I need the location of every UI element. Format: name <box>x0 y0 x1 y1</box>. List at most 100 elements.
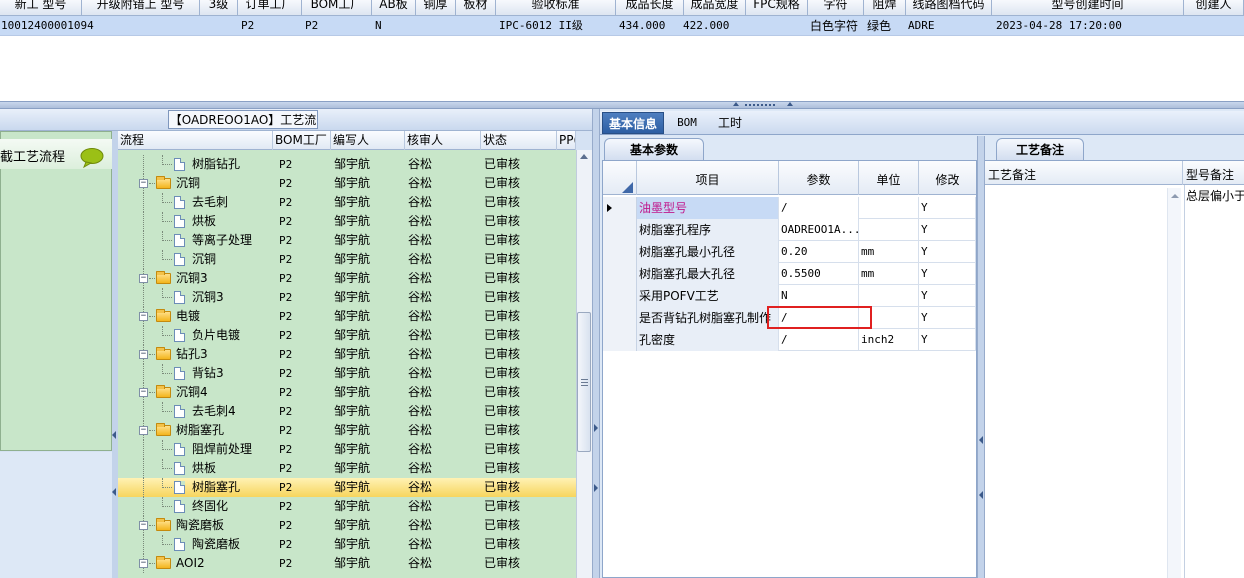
tree-row[interactable]: 沉铜 P2 邹宇航 谷松 已审核 <box>118 250 576 269</box>
tab-bom[interactable]: BOM <box>670 112 704 134</box>
col-header[interactable]: 新工 型号 <box>0 0 82 15</box>
tree-row[interactable]: 负片电镀 P2 邹宇航 谷松 已审核 <box>118 326 576 345</box>
tree-row[interactable]: − 沉铜4 P2 邹宇航 谷松 已审核 <box>118 383 576 402</box>
cell-edit[interactable]: Y <box>919 219 976 241</box>
row-indicator[interactable] <box>603 329 637 351</box>
cell-unit[interactable] <box>859 197 919 219</box>
vertical-splitter[interactable] <box>977 136 985 578</box>
row-indicator[interactable] <box>603 219 637 241</box>
param-row[interactable]: 采用POFV工艺 N Y <box>603 285 976 307</box>
tree-row[interactable]: − AOI2 P2 邹宇航 谷松 已审核 <box>118 554 576 573</box>
collapse-icon[interactable]: − <box>139 388 148 397</box>
tree-row[interactable]: 树脂塞孔 P2 邹宇航 谷松 已审核 <box>118 478 576 497</box>
col-header[interactable]: 3级 <box>200 0 238 15</box>
tree-row[interactable]: 沉铜3 P2 邹宇航 谷松 已审核 <box>118 288 576 307</box>
col-header[interactable]: 板材 <box>456 0 496 15</box>
col-header[interactable]: BOM工厂 <box>302 0 372 15</box>
col-header[interactable]: 编写人 <box>331 131 405 150</box>
col-header[interactable]: 成品长度 <box>616 0 684 15</box>
col-header[interactable]: AB板 <box>372 0 416 15</box>
col-header[interactable]: 字符 <box>808 0 864 15</box>
cell-edit[interactable]: Y <box>919 241 976 263</box>
vertical-splitter[interactable] <box>592 109 600 578</box>
collapse-icon[interactable]: − <box>139 179 148 188</box>
cell-edit[interactable]: Y <box>919 263 976 285</box>
col-header[interactable]: 项目 <box>637 161 779 195</box>
col-header[interactable]: 线路图档代码 <box>906 0 992 15</box>
col-header[interactable]: 订单工厂 <box>238 0 302 15</box>
cell-edit[interactable]: Y <box>919 197 976 219</box>
cell-value[interactable]: OADREOO1A... <box>779 219 859 241</box>
tree-row[interactable]: − 钻孔3 P2 邹宇航 谷松 已审核 <box>118 345 576 364</box>
tree-row[interactable]: 烘板 P2 邹宇航 谷松 已审核 <box>118 459 576 478</box>
vertical-scrollbar[interactable] <box>1167 188 1181 578</box>
col-header[interactable]: 单位 <box>859 161 919 195</box>
col-header[interactable]: 工艺备注 <box>985 161 1183 185</box>
col-header[interactable]: PP( <box>557 131 576 150</box>
col-header[interactable]: 状态 <box>481 131 557 150</box>
cell-unit[interactable]: mm <box>859 241 919 263</box>
col-header[interactable]: 验收标准 <box>496 0 616 15</box>
param-row[interactable]: 油墨型号 / Y <box>603 197 976 219</box>
param-row[interactable]: 孔密度 / inch2 Y <box>603 329 976 351</box>
col-header[interactable]: 成品宽度 <box>684 0 746 15</box>
table-row[interactable]: 10012400001094 P2 P2 N IPC-6012 II级 434.… <box>0 16 1244 36</box>
cell-unit[interactable]: inch2 <box>859 329 919 351</box>
cell-unit[interactable]: mm <box>859 263 919 285</box>
tab-process-notes[interactable]: 工艺备注 <box>996 138 1084 160</box>
tree-row[interactable]: − 树脂塞孔 P2 邹宇航 谷松 已审核 <box>118 421 576 440</box>
col-header[interactable]: 型号备注 <box>1183 161 1244 185</box>
cell-edit[interactable]: Y <box>919 329 976 351</box>
scroll-up-icon[interactable] <box>577 150 591 164</box>
tree-row[interactable]: 阻焊前处理 P2 邹宇航 谷松 已审核 <box>118 440 576 459</box>
splitter-grip-icon[interactable] <box>733 102 793 108</box>
col-header[interactable]: 铜厚 <box>416 0 456 15</box>
tree-row[interactable]: 树脂钻孔 P2 邹宇航 谷松 已审核 <box>118 155 576 174</box>
col-header[interactable]: 开级附错上 型号 <box>82 0 200 15</box>
collapse-icon[interactable]: − <box>139 559 148 568</box>
collapse-icon[interactable]: − <box>139 274 148 283</box>
tree-row[interactable]: 烘板 P2 邹宇航 谷松 已审核 <box>118 212 576 231</box>
col-header[interactable]: 参数 <box>779 161 859 195</box>
cell-value[interactable]: 0.5500 <box>779 263 859 285</box>
tree-row[interactable]: 去毛刺4 P2 邹宇航 谷松 已审核 <box>118 402 576 421</box>
col-header[interactable]: 阻焊 <box>864 0 906 15</box>
row-indicator[interactable] <box>603 263 637 285</box>
col-header[interactable]: 创建人 <box>1184 0 1244 15</box>
collapse-icon[interactable]: − <box>139 426 148 435</box>
tree-row[interactable]: 去毛刺 P2 邹宇航 谷松 已审核 <box>118 193 576 212</box>
row-indicator[interactable] <box>603 241 637 263</box>
tab-basic-params[interactable]: 基本参数 <box>604 138 704 160</box>
cell-edit[interactable]: Y <box>919 307 976 329</box>
col-header[interactable]: 流程 <box>118 131 273 150</box>
model-notes-field[interactable]: 总层偏小于 <box>1184 185 1244 578</box>
tree-row[interactable]: 陶瓷磨板 P2 邹宇航 谷松 已审核 <box>118 535 576 554</box>
horizontal-splitter[interactable] <box>0 101 1244 109</box>
process-notes-field[interactable] <box>985 185 1183 578</box>
param-row[interactable]: 树脂塞孔程序 OADREOO1A... Y <box>603 219 976 241</box>
cell-unit[interactable] <box>859 285 919 307</box>
col-header[interactable]: 型号创建时间 <box>992 0 1184 15</box>
collapse-icon[interactable]: − <box>139 521 148 530</box>
row-indicator[interactable] <box>603 285 637 307</box>
tab-work-hours[interactable]: 工时 <box>710 112 750 134</box>
flow-list[interactable] <box>0 131 112 451</box>
col-header[interactable]: BOM工厂 <box>273 131 331 150</box>
cell-edit[interactable]: Y <box>919 285 976 307</box>
col-header[interactable]: 核审人 <box>405 131 481 150</box>
tree-row[interactable]: 背钻3 P2 邹宇航 谷松 已审核 <box>118 364 576 383</box>
tree-row[interactable]: 等离子处理 P2 邹宇航 谷松 已审核 <box>118 231 576 250</box>
cell-value[interactable]: N <box>779 285 859 307</box>
param-row[interactable]: 树脂塞孔最大孔径 0.5500 mm Y <box>603 263 976 285</box>
tree-row[interactable]: − 沉铜 P2 邹宇航 谷松 已审核 <box>118 174 576 193</box>
row-indicator[interactable] <box>603 307 637 329</box>
param-row[interactable]: 树脂塞孔最小孔径 0.20 mm Y <box>603 241 976 263</box>
collapse-icon[interactable]: − <box>139 350 148 359</box>
cell-value[interactable]: 0.20 <box>779 241 859 263</box>
tree-row[interactable]: − 陶瓷磨板 P2 邹宇航 谷松 已审核 <box>118 516 576 535</box>
cell-value[interactable]: / <box>779 329 859 351</box>
comment-icon[interactable] <box>80 148 104 169</box>
tree-row[interactable]: − 电镀 P2 邹宇航 谷松 已审核 <box>118 307 576 326</box>
collapse-icon[interactable]: − <box>139 312 148 321</box>
col-header[interactable]: 修改 <box>919 161 976 195</box>
